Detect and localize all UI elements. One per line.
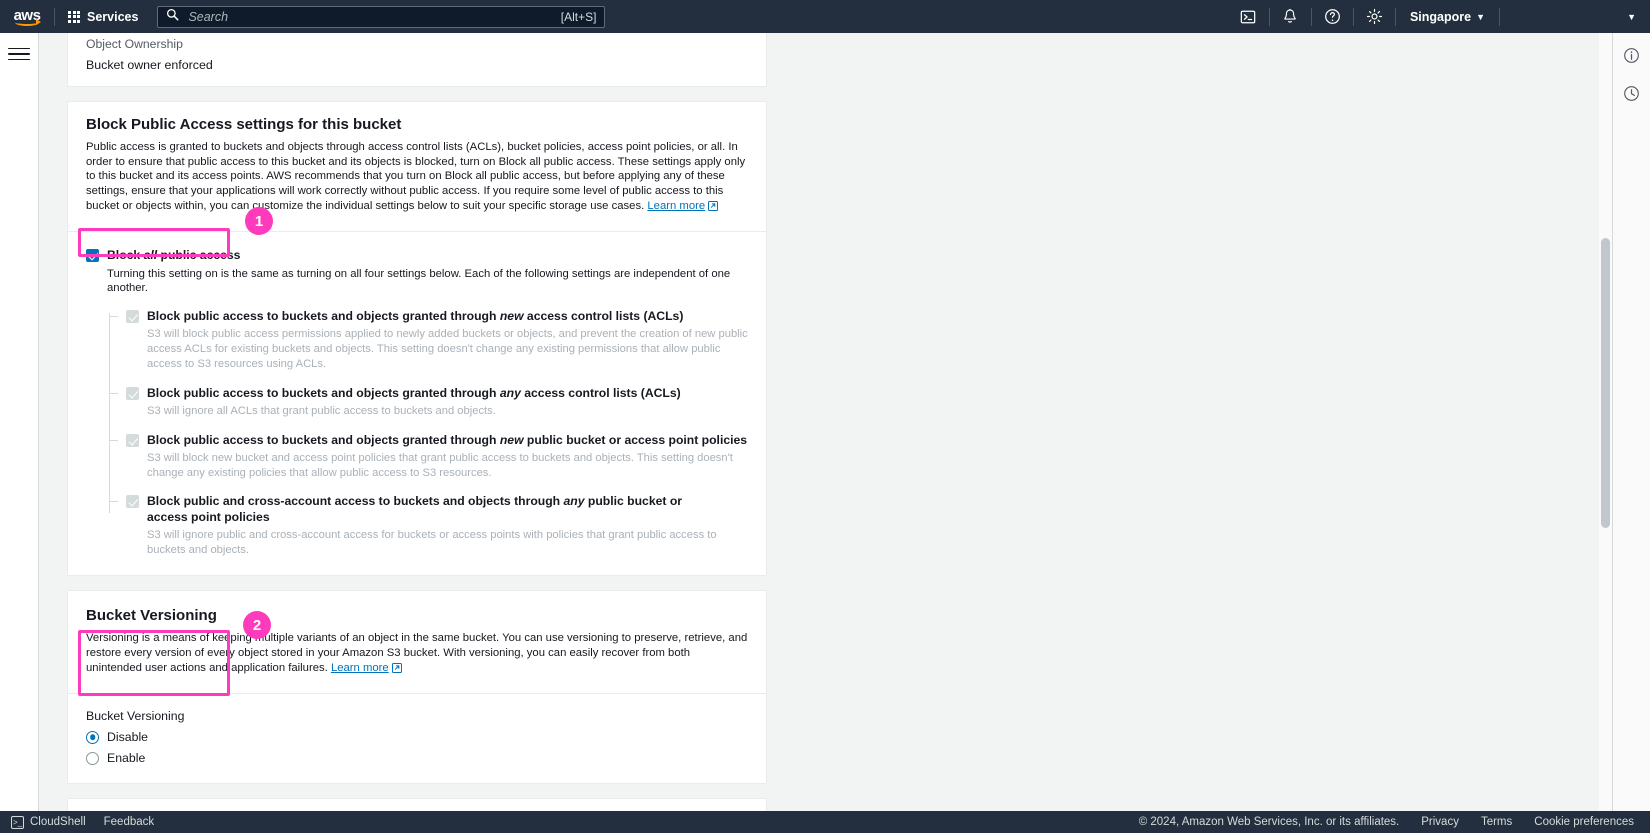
radio-icon[interactable] bbox=[86, 730, 99, 744]
grid-icon bbox=[68, 10, 80, 23]
checkbox-icon[interactable] bbox=[86, 249, 99, 263]
region-selector-button[interactable]: Singapore ▼ bbox=[1396, 0, 1499, 33]
block-public-access-title: Block Public Access settings for this bu… bbox=[86, 116, 402, 133]
account-menu-button[interactable]: ▼ bbox=[1500, 0, 1650, 33]
radio-option-disable[interactable]: Disable bbox=[86, 730, 748, 744]
cloudshell-icon[interactable] bbox=[1228, 0, 1269, 33]
bucket-versioning-field-label: Bucket Versioning bbox=[86, 709, 185, 724]
footer-right-group: © 2024, Amazon Web Services, Inc. or its… bbox=[1139, 816, 1650, 828]
footer-link-cookie-preferences[interactable]: Cookie preferences bbox=[1534, 816, 1634, 828]
sub-setting-label: Block public and cross-account access to… bbox=[147, 494, 683, 524]
chevron-down-icon: ▼ bbox=[1476, 11, 1485, 22]
services-menu-button[interactable]: Services bbox=[55, 0, 151, 33]
info-icon[interactable] bbox=[1619, 42, 1645, 68]
sub-setting-label: Block public access to buckets and objec… bbox=[147, 385, 681, 400]
radio-label: Enable bbox=[107, 751, 146, 766]
sub-setting-any-acls[interactable]: Block public access to buckets and objec… bbox=[109, 386, 748, 419]
aws-logo[interactable]: aws bbox=[0, 0, 54, 33]
search-icon bbox=[166, 8, 179, 26]
external-link-icon bbox=[708, 200, 719, 216]
footer-link-terms[interactable]: Terms bbox=[1481, 816, 1512, 828]
footer-link-privacy[interactable]: Privacy bbox=[1421, 816, 1459, 828]
block-public-access-card: Block Public Access settings for this bu… bbox=[67, 101, 767, 577]
menu-toggle-icon[interactable] bbox=[8, 44, 30, 64]
sub-setting-description: S3 will ignore public and cross-account … bbox=[147, 528, 717, 556]
sub-settings-list: Block public access to buckets and objec… bbox=[109, 309, 748, 558]
sub-setting-label: Block public access to buckets and objec… bbox=[147, 432, 748, 447]
cloudshell-icon: >_ bbox=[11, 815, 24, 829]
page-scrollbar[interactable] bbox=[1599, 33, 1612, 811]
object-ownership-value: Bucket owner enforced bbox=[86, 58, 213, 72]
checkbox-icon bbox=[126, 433, 139, 447]
bucket-versioning-card: Bucket Versioning Versioning is a means … bbox=[67, 590, 767, 785]
aws-smile-icon bbox=[15, 19, 41, 26]
help-icon[interactable] bbox=[1312, 0, 1353, 33]
chevron-down-icon: ▼ bbox=[1627, 11, 1636, 22]
sub-setting-new-acls[interactable]: Block public access to buckets and objec… bbox=[109, 309, 748, 372]
search-input[interactable] bbox=[186, 8, 561, 25]
sub-setting-description: S3 will block new bucket and access poin… bbox=[147, 451, 733, 479]
sub-setting-new-policies[interactable]: Block public access to buckets and objec… bbox=[109, 433, 748, 481]
block-all-public-access-checkbox[interactable]: Block all public access bbox=[86, 248, 748, 263]
learn-more-link[interactable]: Learn more bbox=[647, 200, 705, 212]
gear-icon[interactable] bbox=[1354, 0, 1395, 33]
bucket-create-form-column: Object Ownership Bucket owner enforced B… bbox=[67, 33, 767, 833]
bucket-versioning-radio-group[interactable]: Disable Enable bbox=[86, 730, 748, 765]
region-label: Singapore bbox=[1409, 9, 1472, 24]
nav-right-group: Singapore ▼ ▼ bbox=[1228, 0, 1650, 33]
bucket-versioning-title: Bucket Versioning bbox=[86, 607, 217, 625]
footer-cloudshell-button[interactable]: >_ CloudShell bbox=[11, 815, 86, 829]
external-link-icon bbox=[391, 662, 402, 678]
main-content-area: Object Ownership Bucket owner enforced B… bbox=[39, 33, 1612, 833]
sub-setting-label: Block public access to buckets and objec… bbox=[147, 308, 684, 323]
checkbox-icon bbox=[126, 495, 139, 509]
learn-more-link[interactable]: Learn more bbox=[331, 662, 389, 674]
bucket-versioning-description: Versioning is a means of keeping multipl… bbox=[86, 631, 748, 677]
footer-copyright: © 2024, Amazon Web Services, Inc. or its… bbox=[1138, 816, 1400, 828]
block-all-public-access-help-text: Turning this setting on is the same as t… bbox=[107, 267, 731, 295]
footer-left-group: >_ CloudShell Feedback bbox=[0, 815, 155, 829]
services-label: Services bbox=[87, 9, 139, 24]
footer-feedback-label: Feedback bbox=[103, 816, 155, 828]
search-shortcut-hint: [Alt+S] bbox=[560, 9, 597, 24]
block-public-access-description: Public access is granted to buckets and … bbox=[86, 140, 748, 215]
global-search-box[interactable]: [Alt+S] bbox=[157, 5, 606, 28]
footer-bar: >_ CloudShell Feedback © 2024, Amazon We… bbox=[0, 811, 1650, 833]
sub-setting-description: S3 will block public access permissions … bbox=[147, 328, 748, 370]
bell-icon[interactable] bbox=[1270, 0, 1311, 33]
radio-option-enable[interactable]: Enable bbox=[86, 751, 748, 765]
radio-icon[interactable] bbox=[86, 751, 99, 765]
history-icon[interactable] bbox=[1619, 80, 1645, 106]
footer-feedback-button[interactable]: Feedback bbox=[104, 816, 155, 828]
object-ownership-label: Object Ownership bbox=[86, 37, 183, 51]
left-nav-rail bbox=[0, 33, 39, 833]
right-help-rail bbox=[1612, 33, 1650, 833]
block-all-public-access-label: Block all public access bbox=[107, 248, 241, 263]
checkbox-icon bbox=[126, 386, 139, 400]
sub-setting-description: S3 will ignore all ACLs that grant publi… bbox=[147, 404, 496, 417]
sub-setting-any-policies[interactable]: Block public and cross-account access to… bbox=[109, 494, 748, 557]
footer-cloudshell-label: CloudShell bbox=[30, 816, 86, 828]
radio-label: Disable bbox=[107, 730, 149, 745]
scrollbar-thumb[interactable] bbox=[1601, 238, 1610, 528]
top-navigation-bar: aws Services [Alt+S] Singapore ▼ bbox=[0, 0, 1650, 33]
checkbox-icon bbox=[126, 309, 139, 323]
object-ownership-card: Object Ownership Bucket owner enforced bbox=[67, 33, 767, 87]
